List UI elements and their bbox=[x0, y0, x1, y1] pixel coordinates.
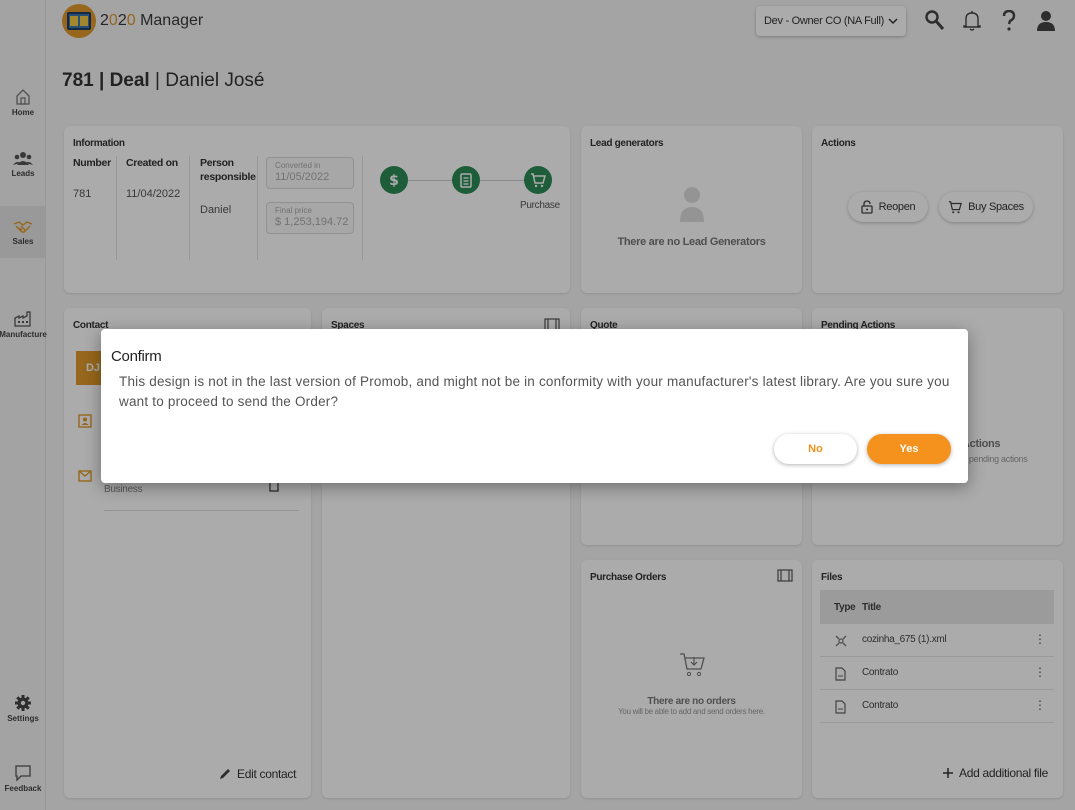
confirm-dialog: Confirm This design is not in the last v… bbox=[101, 329, 968, 483]
yes-button[interactable]: Yes bbox=[867, 434, 951, 464]
dialog-title: Confirm bbox=[111, 348, 162, 365]
no-button[interactable]: No bbox=[774, 434, 857, 464]
dialog-message: This design is not in the last version o… bbox=[119, 374, 950, 409]
